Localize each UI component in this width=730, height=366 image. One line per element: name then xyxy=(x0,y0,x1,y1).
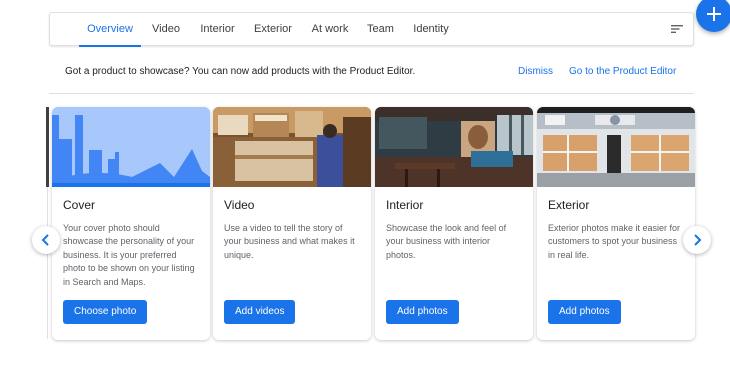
plus-icon xyxy=(707,7,721,21)
card-title: Video xyxy=(224,198,255,212)
sort-icon[interactable] xyxy=(670,22,684,36)
card-title: Cover xyxy=(63,198,96,212)
exterior-storefront-photo xyxy=(537,107,695,187)
active-tab-indicator xyxy=(79,45,141,47)
tab-identity[interactable]: Identity xyxy=(412,13,450,46)
add-interior-photos-button[interactable]: Add photos xyxy=(386,300,459,324)
card-description: Showcase the look and feel of your busin… xyxy=(386,223,507,260)
tab-bar: Overview Video Interior Exterior At work… xyxy=(49,12,694,47)
video-card: Video Use a video to tell the story of y… xyxy=(213,107,371,340)
tab-interior-label: Interior xyxy=(200,23,235,35)
dismiss-link[interactable]: Dismiss xyxy=(518,66,553,77)
exterior-card: Exterior Exterior photos make it easier … xyxy=(537,107,695,340)
cover-card: Cover Your cover photo should showcase t… xyxy=(52,107,210,340)
tab-team[interactable]: Team xyxy=(367,13,394,46)
card-title: Interior xyxy=(386,198,424,212)
tab-overview-label: Overview xyxy=(87,23,133,35)
tab-team-label: Team xyxy=(367,23,394,35)
tab-video-label: Video xyxy=(152,23,180,35)
interior-card: Interior Showcase the look and feel of y… xyxy=(375,107,533,340)
tab-exterior-label: Exterior xyxy=(254,23,292,35)
tab-exterior[interactable]: Exterior xyxy=(253,13,293,46)
tab-overview[interactable]: Overview xyxy=(79,13,141,47)
card-title: Exterior xyxy=(548,198,590,212)
add-fab-button[interactable] xyxy=(696,0,730,32)
previous-card-border xyxy=(47,187,48,339)
product-editor-banner: Got a product to showcase? You can now a… xyxy=(49,60,694,94)
cover-illustration xyxy=(52,107,210,187)
add-videos-button[interactable]: Add videos xyxy=(224,300,296,324)
carousel-next-button[interactable] xyxy=(683,226,711,254)
go-to-product-editor-link[interactable]: Go to the Product Editor xyxy=(569,66,676,77)
tab-at-work[interactable]: At work xyxy=(310,13,350,46)
interior-restaurant-photo xyxy=(375,107,533,187)
card-description: Exterior photos make it easier for custo… xyxy=(548,223,681,260)
add-exterior-photos-button[interactable]: Add photos xyxy=(548,300,621,324)
tab-video[interactable]: Video xyxy=(150,13,182,46)
card-description: Use a video to tell the story of your bu… xyxy=(224,223,355,260)
tab-at-work-label: At work xyxy=(311,23,349,35)
carousel-previous-button[interactable] xyxy=(32,226,60,254)
chevron-left-icon xyxy=(41,234,49,246)
previous-card-edge xyxy=(46,107,49,187)
video-cafe-photo xyxy=(213,107,371,187)
banner-text: Got a product to showcase? You can now a… xyxy=(65,66,416,77)
tab-interior[interactable]: Interior xyxy=(199,13,236,46)
tab-identity-label: Identity xyxy=(413,23,449,35)
chevron-right-icon xyxy=(694,234,702,246)
card-description: Your cover photo should showcase the per… xyxy=(63,223,195,287)
choose-photo-button[interactable]: Choose photo xyxy=(63,300,148,324)
